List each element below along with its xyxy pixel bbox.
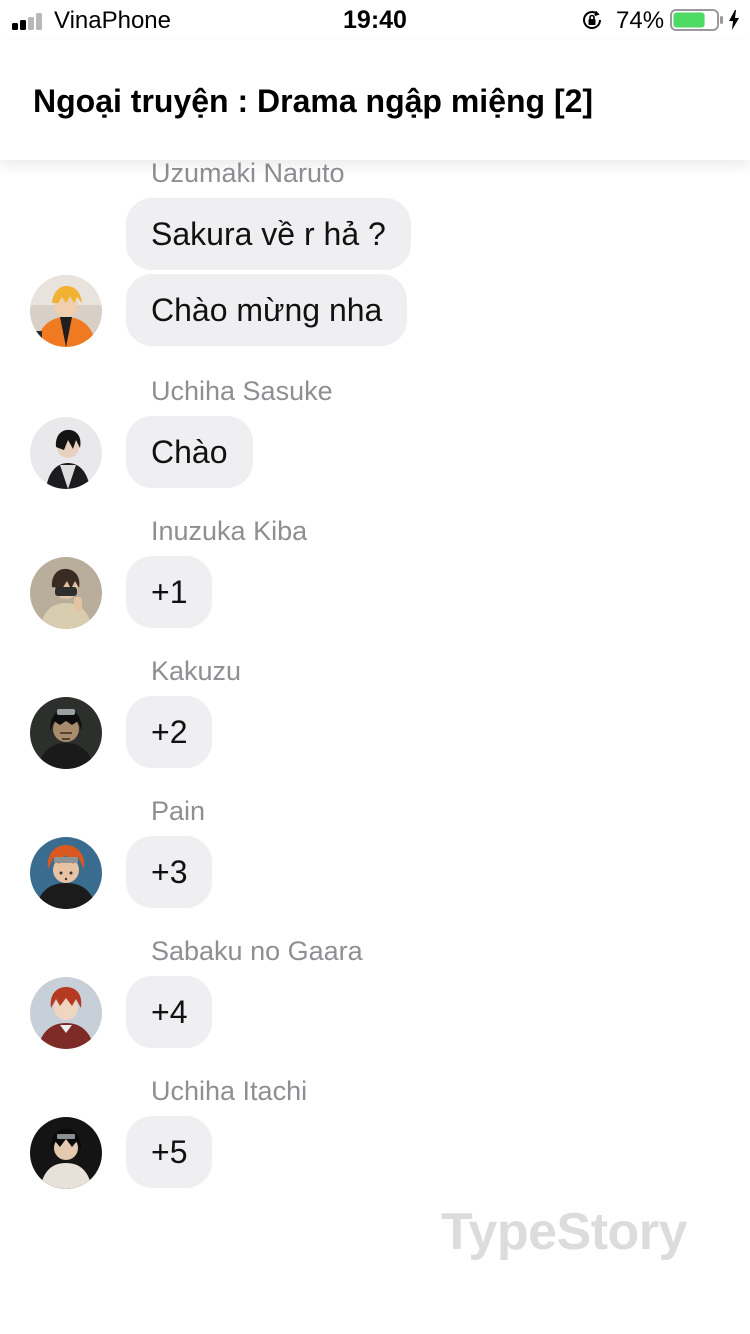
pain-avatar[interactable] [30,837,102,909]
message-bubble[interactable]: +2 [126,696,213,768]
message-list[interactable]: Uzumaki Naruto Sakura về r hả ? Chào mừn… [0,158,750,1334]
kiba-avatar[interactable] [30,557,102,629]
status-bar: VinaPhone 19:40 74% [0,0,750,40]
sender-name: Kakuzu [151,656,242,686]
message-bubble[interactable]: Chào mừng nha [126,274,408,346]
sender-name: Uchiha Sasuke [151,376,333,406]
conversation-title: Ngoại truyện : Drama ngập miệng [2] [33,83,594,119]
message-bubble[interactable]: +3 [126,836,213,908]
chat-screen: VinaPhone 19:40 74% Ngoại truyện : Drama… [0,0,750,1334]
battery-fill [673,12,705,28]
rotation-lock-icon [580,8,604,32]
sasuke-avatar[interactable] [30,417,102,489]
sender-name: Uchiha Itachi [151,1076,308,1106]
message-bubble[interactable]: Sakura về r hả ? [126,198,411,270]
itachi-avatar[interactable] [30,1117,102,1189]
message-bubble[interactable]: +1 [126,556,213,628]
battery-icon [670,9,726,31]
sender-name: Pain [151,796,206,826]
battery-percent: 74% [616,7,665,34]
message-bubble[interactable]: Chào [126,416,253,488]
conversation-header: Ngoại truyện : Drama ngập miệng [2] [0,40,750,160]
gaara-avatar[interactable] [30,977,102,1049]
message-bubble[interactable]: +4 [126,976,213,1048]
sender-name: Inuzuka Kiba [151,516,308,546]
sender-name: Uzumaki Naruto [151,158,345,188]
message-bubble[interactable]: +5 [126,1116,213,1188]
naruto-avatar[interactable] [30,275,102,347]
sender-name: Sabaku no Gaara [151,936,363,966]
kakuzu-avatar[interactable] [30,697,102,769]
charging-bolt-icon [728,9,740,31]
